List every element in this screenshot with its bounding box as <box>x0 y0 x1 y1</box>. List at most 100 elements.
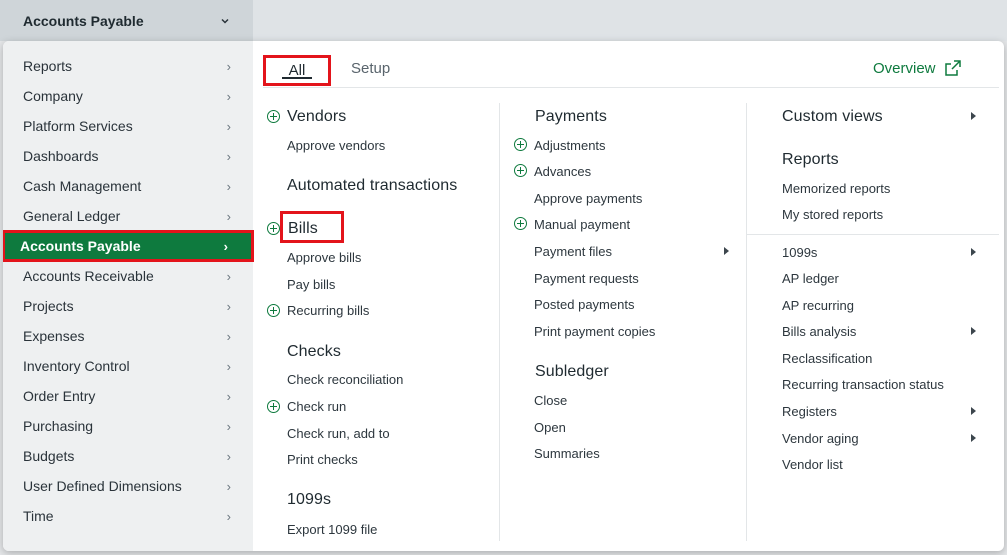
link-manual-payment[interactable]: Manual payment <box>534 217 630 232</box>
link-export-1099-file[interactable]: Export 1099 file <box>287 522 377 537</box>
column-divider <box>746 103 747 541</box>
nav-item-label: Time <box>23 508 54 524</box>
link-ap-ledger[interactable]: AP ledger <box>782 271 839 286</box>
top-bar: Accounts Payable <box>0 0 1007 41</box>
nav-item-label: Order Entry <box>23 388 96 404</box>
tabs-divider <box>263 87 999 88</box>
nav-item-platform-services[interactable]: Platform Services › <box>3 111 253 141</box>
link-recurring-bills[interactable]: Recurring bills <box>287 303 369 318</box>
link-registers[interactable]: Registers <box>782 404 837 419</box>
link-recurring-transaction-status[interactable]: Recurring transaction status <box>782 377 944 392</box>
nav-item-budgets[interactable]: Budgets › <box>3 441 253 471</box>
link-payment-files[interactable]: Payment files <box>534 244 612 259</box>
submenu-arrow-icon <box>971 112 976 120</box>
link-1099s[interactable]: 1099s <box>782 245 817 260</box>
link-check-run-add-to[interactable]: Check run, add to <box>287 426 390 441</box>
nav-item-general-ledger[interactable]: General Ledger › <box>3 201 253 231</box>
link-bills-analysis[interactable]: Bills analysis <box>782 324 856 339</box>
nav-item-purchasing[interactable]: Purchasing › <box>3 411 253 441</box>
nav-item-label: Accounts Receivable <box>23 268 154 284</box>
link-close[interactable]: Close <box>534 393 567 408</box>
submenu-arrow-icon <box>724 247 729 255</box>
link-my-stored-reports[interactable]: My stored reports <box>782 207 883 222</box>
link-approve-bills[interactable]: Approve bills <box>287 250 361 265</box>
chevron-right-icon: › <box>226 118 231 134</box>
nav-item-label: Reports <box>23 58 73 74</box>
link-pay-bills[interactable]: Pay bills <box>287 277 335 292</box>
submenu-arrow-icon <box>971 407 976 415</box>
chevron-right-icon: › <box>226 268 231 284</box>
tab-all[interactable]: All <box>263 55 331 86</box>
overview-label: Overview <box>873 59 936 77</box>
link-ap-recurring[interactable]: AP recurring <box>782 298 854 313</box>
chevron-right-icon: › <box>226 298 231 314</box>
chevron-right-icon: › <box>226 88 231 104</box>
nav-item-dashboards[interactable]: Dashboards › <box>3 141 253 171</box>
nav-item-label: General Ledger <box>23 208 121 224</box>
link-adjustments[interactable]: Adjustments <box>534 138 606 153</box>
section-custom-views[interactable]: Custom views <box>782 108 883 126</box>
nav-item-accounts-payable[interactable]: Accounts Payable › <box>3 230 254 262</box>
section-bills[interactable]: Bills <box>288 220 318 238</box>
nav-item-reports[interactable]: Reports › <box>3 51 253 81</box>
link-print-checks[interactable]: Print checks <box>287 452 358 467</box>
chevron-right-icon: › <box>226 358 231 374</box>
tab-setup[interactable]: Setup <box>351 60 390 77</box>
link-reclassification[interactable]: Reclassification <box>782 351 872 366</box>
chevron-right-icon: › <box>226 58 231 74</box>
overview-link[interactable]: Overview <box>873 59 962 77</box>
link-vendor-list[interactable]: Vendor list <box>782 457 843 472</box>
link-posted-payments[interactable]: Posted payments <box>534 297 634 312</box>
add-manual-payment-icon[interactable] <box>514 217 527 230</box>
add-check-run-icon[interactable] <box>267 400 280 413</box>
module-nav: Reports › Company › Platform Services › Das… <box>3 41 254 551</box>
link-summaries[interactable]: Summaries <box>534 446 600 461</box>
submenu-arrow-icon <box>971 248 976 256</box>
nav-item-accounts-receivable[interactable]: Accounts Receivable › <box>3 261 253 291</box>
section-vendors[interactable]: Vendors <box>287 108 346 126</box>
nav-item-label: Expenses <box>23 328 85 344</box>
nav-item-label: Projects <box>23 298 74 314</box>
chevron-right-icon: › <box>226 148 231 164</box>
nav-item-time[interactable]: Time › <box>3 501 253 531</box>
add-adjustment-icon[interactable] <box>514 138 527 151</box>
nav-item-expenses[interactable]: Expenses › <box>3 321 253 351</box>
link-vendor-aging[interactable]: Vendor aging <box>782 431 859 446</box>
link-check-run[interactable]: Check run <box>287 399 346 414</box>
nav-item-company[interactable]: Company › <box>3 81 253 111</box>
chevron-right-icon: › <box>226 508 231 524</box>
column-divider <box>499 103 500 541</box>
link-approve-payments[interactable]: Approve payments <box>534 191 642 206</box>
nav-item-label: Inventory Control <box>23 358 130 374</box>
nav-item-label: Dashboards <box>23 148 99 164</box>
nav-item-label: User Defined Dimensions <box>23 478 182 494</box>
chevron-right-icon: › <box>226 478 231 494</box>
add-recurring-bill-icon[interactable] <box>267 304 280 317</box>
nav-item-order-entry[interactable]: Order Entry › <box>3 381 253 411</box>
chevron-right-icon: › <box>226 208 231 224</box>
add-advance-icon[interactable] <box>514 164 527 177</box>
link-print-payment-copies[interactable]: Print payment copies <box>534 324 655 339</box>
section-payments: Payments <box>535 108 607 125</box>
link-check-reconciliation[interactable]: Check reconciliation <box>287 372 403 387</box>
link-open[interactable]: Open <box>534 420 566 435</box>
nav-item-label: Cash Management <box>23 178 142 194</box>
link-approve-vendors[interactable]: Approve vendors <box>287 138 385 153</box>
section-checks: Checks <box>287 343 341 360</box>
chevron-right-icon: › <box>226 328 231 344</box>
link-advances[interactable]: Advances <box>534 164 591 179</box>
add-bill-icon[interactable] <box>267 222 280 235</box>
tab-active-underline <box>282 77 312 79</box>
nav-item-projects[interactable]: Projects › <box>3 291 253 321</box>
nav-item-cash-management[interactable]: Cash Management › <box>3 171 253 201</box>
section-automated-transactions[interactable]: Automated transactions <box>287 177 457 195</box>
nav-item-label: Accounts Payable <box>20 238 141 254</box>
section-1099s: 1099s <box>287 491 332 508</box>
module-selector[interactable]: Accounts Payable <box>0 0 253 41</box>
link-payment-requests[interactable]: Payment requests <box>534 271 639 286</box>
nav-item-user-defined-dimensions[interactable]: User Defined Dimensions › <box>3 471 253 501</box>
link-memorized-reports[interactable]: Memorized reports <box>782 181 890 196</box>
chevron-right-icon: › <box>226 448 231 464</box>
add-vendor-icon[interactable] <box>267 110 280 123</box>
nav-item-inventory-control[interactable]: Inventory Control › <box>3 351 253 381</box>
